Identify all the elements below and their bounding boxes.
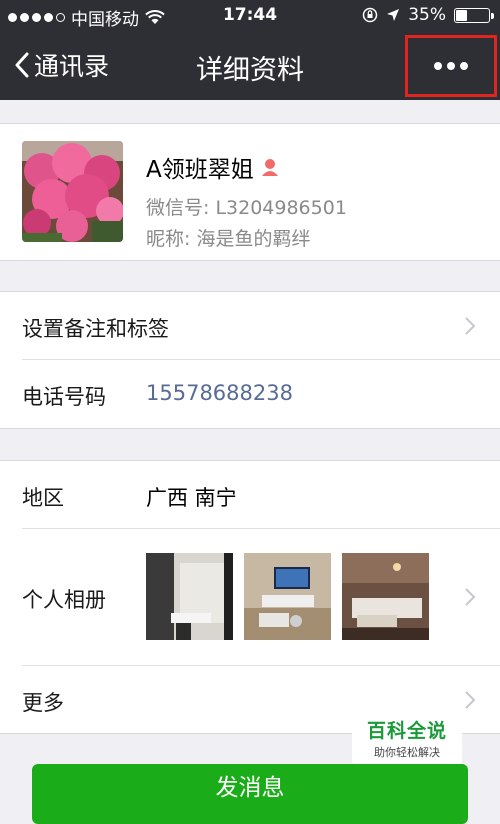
- profile-card: A领班翠姐 微信号: L3204986501 昵称: 海是鱼的羁绊: [0, 123, 500, 261]
- female-user-icon: [261, 159, 278, 176]
- more-options-button[interactable]: [405, 35, 497, 97]
- chevron-right-icon: [465, 691, 476, 709]
- battery-percent: 35%: [408, 5, 446, 25]
- album-label: 个人相册: [22, 588, 106, 612]
- phone-label: 电话号码: [22, 385, 106, 409]
- status-bar: 中国移动 17:44 35%: [0, 0, 500, 32]
- phone-number-link[interactable]: 15578688238: [146, 381, 293, 405]
- wechat-id: 微信号: L3204986501: [146, 197, 347, 219]
- phone-row: 电话号码 15578688238: [0, 360, 500, 426]
- send-message-button[interactable]: 发消息: [32, 764, 468, 824]
- contact-name: A领班翠姐: [146, 157, 254, 183]
- remark-tags-row[interactable]: 设置备注和标签: [0, 292, 500, 358]
- chevron-right-icon: [465, 588, 476, 606]
- album-photo[interactable]: [342, 553, 429, 640]
- battery-icon: [454, 7, 494, 23]
- remark-tags-label: 设置备注和标签: [22, 317, 169, 341]
- region-row: 地区 广西 南宁: [0, 461, 500, 527]
- album-photo[interactable]: [146, 553, 233, 640]
- chevron-right-icon: [465, 317, 476, 335]
- avatar[interactable]: [22, 141, 123, 242]
- location-icon: [387, 9, 400, 21]
- region-label: 地区: [22, 486, 64, 510]
- album-photos: [146, 553, 429, 640]
- watermark-logo: 百科全说 助你轻松解决: [352, 712, 462, 764]
- watermark-title: 百科全说: [366, 720, 447, 742]
- orientation-lock-icon: [362, 7, 378, 23]
- region-value: 广西 南宁: [146, 486, 237, 510]
- watermark-subtitle: 助你轻松解决: [374, 746, 440, 759]
- more-label: 更多: [22, 691, 64, 715]
- details-section: 地区 广西 南宁 个人相册 更多: [0, 460, 500, 734]
- nickname: 昵称: 海是鱼的羁绊: [146, 228, 311, 250]
- info-section: 设置备注和标签 电话号码 15578688238: [0, 291, 500, 429]
- album-photo[interactable]: [244, 553, 331, 640]
- more-dots-icon: [434, 62, 442, 70]
- nav-bar: 通讯录 详细资料: [0, 32, 500, 100]
